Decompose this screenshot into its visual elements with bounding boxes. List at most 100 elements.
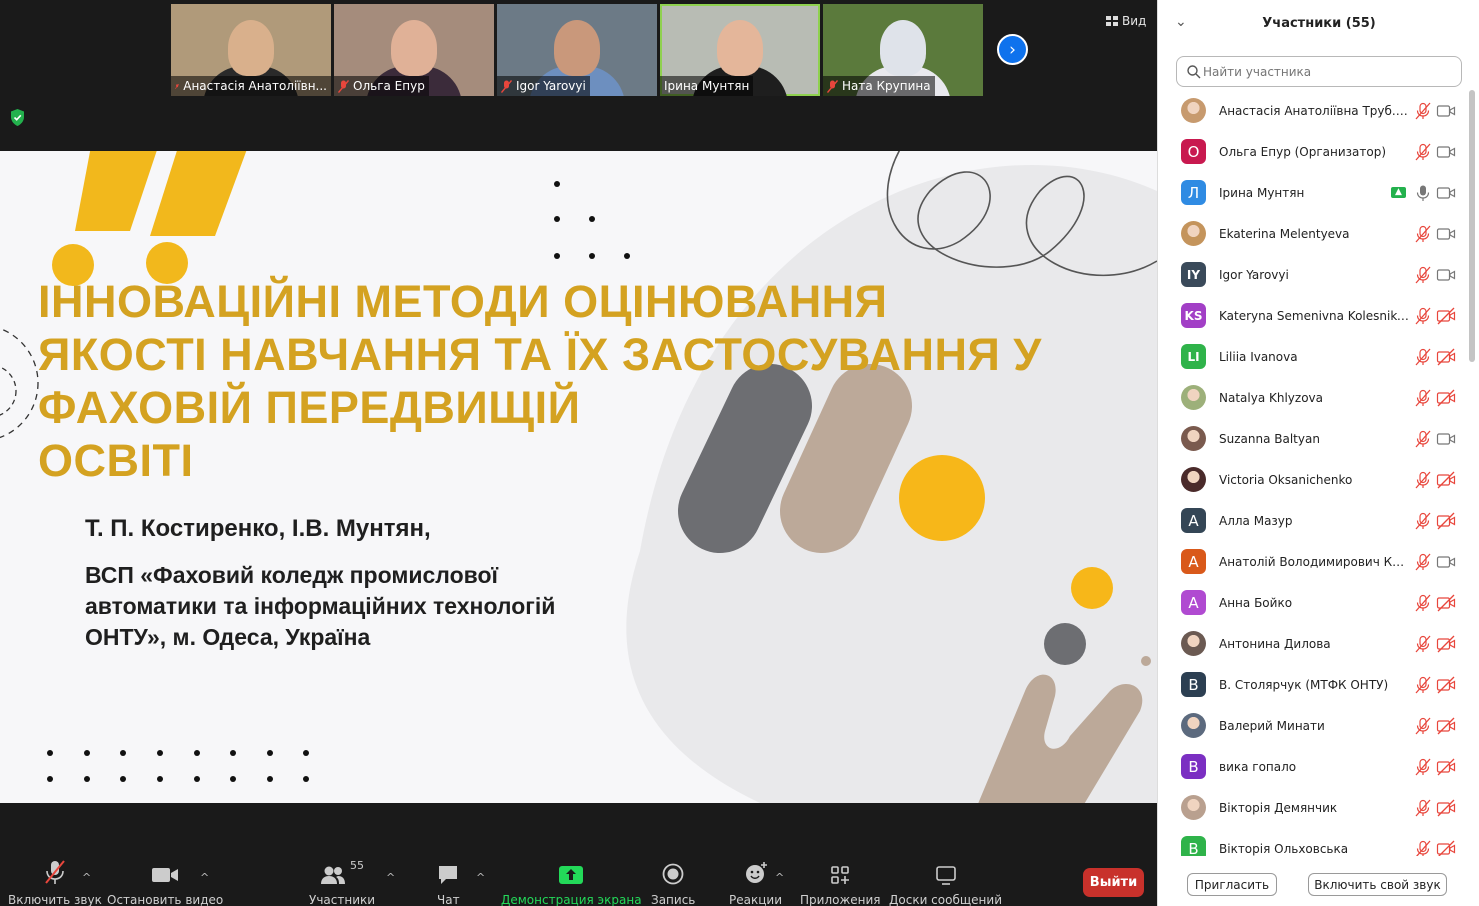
video-camera-icon[interactable] [1436, 184, 1456, 202]
participant-row[interactable]: LI Liliia Ivanova [1158, 336, 1468, 377]
participant-row[interactable]: Антонина Дилова [1158, 623, 1468, 664]
reactions-label: Реакции [729, 893, 782, 906]
microphone-muted-icon[interactable] [1414, 717, 1432, 735]
apps-icon [831, 866, 850, 884]
video-camera-icon[interactable] [1436, 266, 1456, 284]
video-camera-off-icon[interactable] [1436, 348, 1456, 366]
microphone-muted-icon[interactable] [1414, 758, 1432, 776]
microphone-muted-icon[interactable] [1414, 594, 1432, 612]
chat-button[interactable]: Чат [437, 859, 460, 906]
slide-organization: ВСП «Фаховий коледж промислової автомати… [85, 562, 556, 650]
participant-row[interactable]: А Анна Бойко [1158, 582, 1468, 623]
microphone-muted-icon[interactable] [1414, 471, 1432, 489]
microphone-muted-icon[interactable] [1414, 676, 1432, 694]
video-camera-off-icon[interactable] [1436, 389, 1456, 407]
video-camera-off-icon[interactable] [1436, 471, 1456, 489]
avatar [1181, 385, 1206, 410]
whiteboards-button[interactable]: Доски сообщений [889, 859, 1002, 906]
view-button[interactable]: Вид [1106, 14, 1146, 28]
participant-name: В. Столярчук (МТФК ОНТУ) [1219, 677, 1389, 692]
next-thumbnails-button[interactable]: › [997, 34, 1028, 65]
microphone-muted-icon[interactable] [1414, 307, 1432, 325]
microphone-muted-icon[interactable] [1414, 512, 1432, 530]
participant-name: Victoria Oksanichenko [1219, 472, 1353, 487]
participants-scrollbar[interactable] [1469, 90, 1475, 362]
video-camera-icon[interactable] [1436, 430, 1456, 448]
microphone-muted-icon[interactable] [1414, 799, 1432, 817]
participant-row[interactable]: Ввика гопало [1158, 746, 1468, 787]
avatar: О [1181, 139, 1206, 164]
video-thumbnail[interactable]: Анастасія Анатоліївн... [171, 4, 331, 96]
video-thumbnail[interactable]: Ольга Епур [334, 4, 494, 96]
participant-row[interactable]: Ekaterina Melentyeva [1158, 213, 1468, 254]
video-camera-off-icon[interactable] [1436, 758, 1456, 776]
video-options-caret[interactable]: ^ [200, 871, 209, 884]
video-camera-off-icon[interactable] [1436, 676, 1456, 694]
microphone-muted-icon[interactable] [1414, 143, 1432, 161]
video-camera-icon[interactable] [1436, 225, 1456, 243]
unmute-me-button[interactable]: Включить свой звук [1308, 873, 1447, 896]
microphone-muted-icon[interactable] [1414, 430, 1432, 448]
microphone-muted-icon[interactable] [1414, 266, 1432, 284]
video-camera-off-icon[interactable] [1436, 594, 1456, 612]
avatar: А [1181, 590, 1206, 615]
record-button[interactable]: Запись [651, 859, 695, 906]
participant-name: Анна Бойко [1219, 595, 1293, 610]
leave-meeting-button[interactable]: Выйти [1083, 868, 1144, 897]
record-icon [662, 863, 684, 885]
invite-button[interactable]: Пригласить [1187, 873, 1277, 896]
chat-options-caret[interactable]: ^ [476, 871, 485, 884]
reactions-options-caret[interactable]: ^ [775, 871, 784, 884]
video-thumbnail[interactable]: Igor Yarovyi [497, 4, 657, 96]
participant-row[interactable]: А Анатолій Володимирович Ков... [1158, 541, 1468, 582]
video-camera-off-icon[interactable] [1436, 840, 1456, 857]
avatar [1181, 467, 1206, 492]
microphone-muted-icon[interactable] [1414, 348, 1432, 366]
microphone-muted-icon[interactable] [1414, 635, 1432, 653]
participants-panel-title: Участники (55) [1262, 16, 1376, 31]
microphone-muted-icon[interactable] [1414, 389, 1432, 407]
participant-row[interactable]: Анастасія Анатоліївна Труб... (Я) [1158, 90, 1468, 131]
participant-row[interactable]: Natalya Khlyzova [1158, 377, 1468, 418]
video-camera-off-icon[interactable] [1436, 307, 1456, 325]
participant-name: Suzanna Baltyan [1219, 431, 1320, 446]
video-camera-off-icon[interactable] [1436, 717, 1456, 735]
video-camera-icon[interactable] [1436, 143, 1456, 161]
participant-name: Антонина Дилова [1219, 636, 1331, 651]
video-camera-icon[interactable] [1436, 553, 1456, 571]
microphone-muted-icon[interactable] [1414, 553, 1432, 571]
participant-row[interactable]: IY Igor Yarovyi [1158, 254, 1468, 295]
participant-search-input[interactable] [1176, 56, 1462, 87]
participant-row[interactable]: О Ольга Епур (Организатор) [1158, 131, 1468, 172]
microphone-muted-icon[interactable] [1414, 225, 1432, 243]
apps-button[interactable]: Приложения [800, 859, 881, 906]
participant-row[interactable]: В В. Столярчук (МТФК ОНТУ) [1158, 664, 1468, 705]
participants-options-caret[interactable]: ^ [386, 871, 395, 884]
participant-name: Liliia Ivanova [1219, 349, 1298, 364]
share-screen-button[interactable]: Демонстрация экрана [501, 859, 642, 906]
video-thumbnail[interactable]: Ната Крупина [823, 4, 983, 96]
video-camera-off-icon[interactable] [1436, 799, 1456, 817]
participant-row[interactable]: KS Kateryna Semenivna Kolesnikova [1158, 295, 1468, 336]
participants-button[interactable]: 55 Участники [309, 859, 375, 906]
chevron-right-icon: › [1009, 39, 1016, 60]
video-camera-off-icon[interactable] [1436, 512, 1456, 530]
thumbnail-name: Ната Крупина [842, 79, 931, 93]
participant-row[interactable]: В Вікторія Ольховська [1158, 828, 1468, 856]
microphone-muted-icon[interactable] [1414, 102, 1432, 120]
participant-row[interactable]: Валерий Минати [1158, 705, 1468, 746]
encryption-shield-icon[interactable] [9, 108, 26, 127]
participant-row[interactable]: Victoria Oksanichenko [1158, 459, 1468, 500]
participant-row[interactable]: Вікторія Демянчик [1158, 787, 1468, 828]
participant-row[interactable]: А Алла Мазур [1158, 500, 1468, 541]
participant-row[interactable]: Suzanna Baltyan [1158, 418, 1468, 459]
participants-panel-header: ⌄ Участники (55) [1158, 0, 1479, 48]
video-thumbnail[interactable]: Ірина Мунтян [660, 4, 820, 96]
microphone-icon[interactable] [1414, 184, 1432, 202]
audio-options-caret[interactable]: ^ [82, 871, 91, 884]
microphone-muted-icon[interactable] [1414, 840, 1432, 857]
video-camera-off-icon[interactable] [1436, 635, 1456, 653]
participant-row[interactable]: Л Ірина Мунтян ▲ [1158, 172, 1468, 213]
microphone-muted-icon [501, 79, 512, 93]
video-camera-icon[interactable] [1436, 102, 1456, 120]
